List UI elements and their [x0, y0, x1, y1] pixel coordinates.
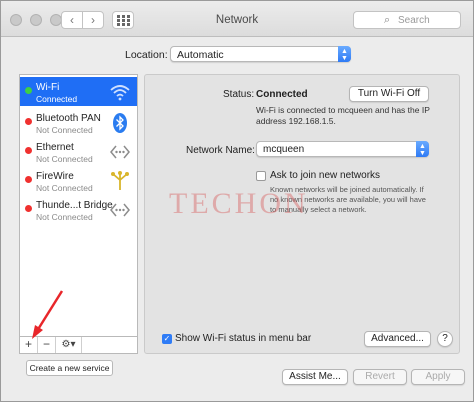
ask-to-join-checkbox[interactable] [256, 171, 266, 181]
show-status-label: Show Wi-Fi status in menu bar [175, 333, 312, 344]
turn-wifi-off-button[interactable]: Turn Wi-Fi Off [349, 86, 429, 102]
service-item-wifi[interactable]: Wi-Fi Connected [20, 77, 137, 106]
chevron-updown-icon: ▲ ▼ [338, 46, 351, 62]
firewire-icon [111, 171, 129, 190]
service-status: Not Connected [36, 154, 93, 164]
titlebar: ‹ › Network ⌕ Search [1, 1, 473, 37]
service-status: Connected [36, 94, 78, 104]
thunderbolt-bridge-icon [110, 203, 130, 217]
search-field[interactable]: ⌕ Search [353, 11, 461, 29]
network-name-popup[interactable]: mcqueen ▲ ▼ [256, 141, 429, 157]
location-value: Automatic [177, 49, 224, 61]
service-list-toolbar: + − ⚙▾ [19, 337, 138, 354]
service-name: Ethernet [36, 142, 74, 153]
service-item-firewire[interactable]: FireWire Not Connected [20, 166, 137, 195]
revert-button[interactable]: Revert [353, 369, 407, 385]
advanced-button[interactable]: Advanced... [364, 331, 431, 347]
watermark: TECHON [169, 187, 309, 220]
service-status: Not Connected [36, 212, 93, 222]
search-icon: ⌕ [384, 14, 391, 26]
status-value: Connected [256, 89, 308, 100]
service-item-ethernet[interactable]: Ethernet Not Connected [20, 137, 137, 166]
gear-icon[interactable]: ⚙▾ [56, 337, 82, 353]
network-name-value: mcqueen [263, 144, 305, 155]
service-status: Not Connected [36, 183, 93, 193]
add-service-button[interactable]: + [20, 337, 38, 353]
assist-me-button[interactable]: Assist Me... [282, 369, 348, 385]
status-dot [25, 87, 32, 94]
service-name: FireWire [36, 171, 74, 182]
service-name: Thunde...t Bridge [36, 200, 113, 211]
service-list[interactable]: Wi-Fi Connected Bluetooth PAN Not Connec… [19, 74, 138, 337]
location-popup[interactable]: Automatic ▲ ▼ [170, 46, 351, 62]
network-name-label: Network Name: [186, 145, 255, 156]
status-dot [25, 176, 32, 183]
service-status: Not Connected [36, 125, 93, 135]
service-name: Bluetooth PAN [36, 113, 101, 124]
network-preferences-window: ‹ › Network ⌕ Search Location: Automatic… [0, 0, 474, 402]
ask-to-join-label: Ask to join new networks [270, 170, 381, 181]
status-description: Wi-Fi is connected to mcqueen and has th… [256, 105, 430, 126]
search-placeholder: Search [398, 15, 430, 26]
status-dot [25, 147, 32, 154]
service-name: Wi-Fi [36, 82, 60, 93]
service-item-thunderbolt-bridge[interactable]: Thunde...t Bridge Not Connected [20, 195, 137, 224]
remove-service-button[interactable]: − [38, 337, 56, 353]
help-button[interactable]: ? [437, 331, 453, 347]
create-new-service-button[interactable]: Create a new service [26, 360, 113, 376]
ethernet-icon [110, 145, 130, 159]
service-item-bluetooth-pan[interactable]: Bluetooth PAN Not Connected [20, 108, 137, 137]
chevron-updown-icon: ▲ ▼ [416, 141, 429, 157]
status-dot [25, 118, 32, 125]
bluetooth-icon [113, 113, 127, 133]
wifi-icon [110, 85, 130, 101]
show-status-checkbox[interactable]: ✓ [162, 334, 172, 344]
status-dot [25, 205, 32, 212]
apply-button[interactable]: Apply [411, 369, 465, 385]
location-label: Location: [125, 49, 168, 61]
status-label: Status: [223, 89, 255, 100]
